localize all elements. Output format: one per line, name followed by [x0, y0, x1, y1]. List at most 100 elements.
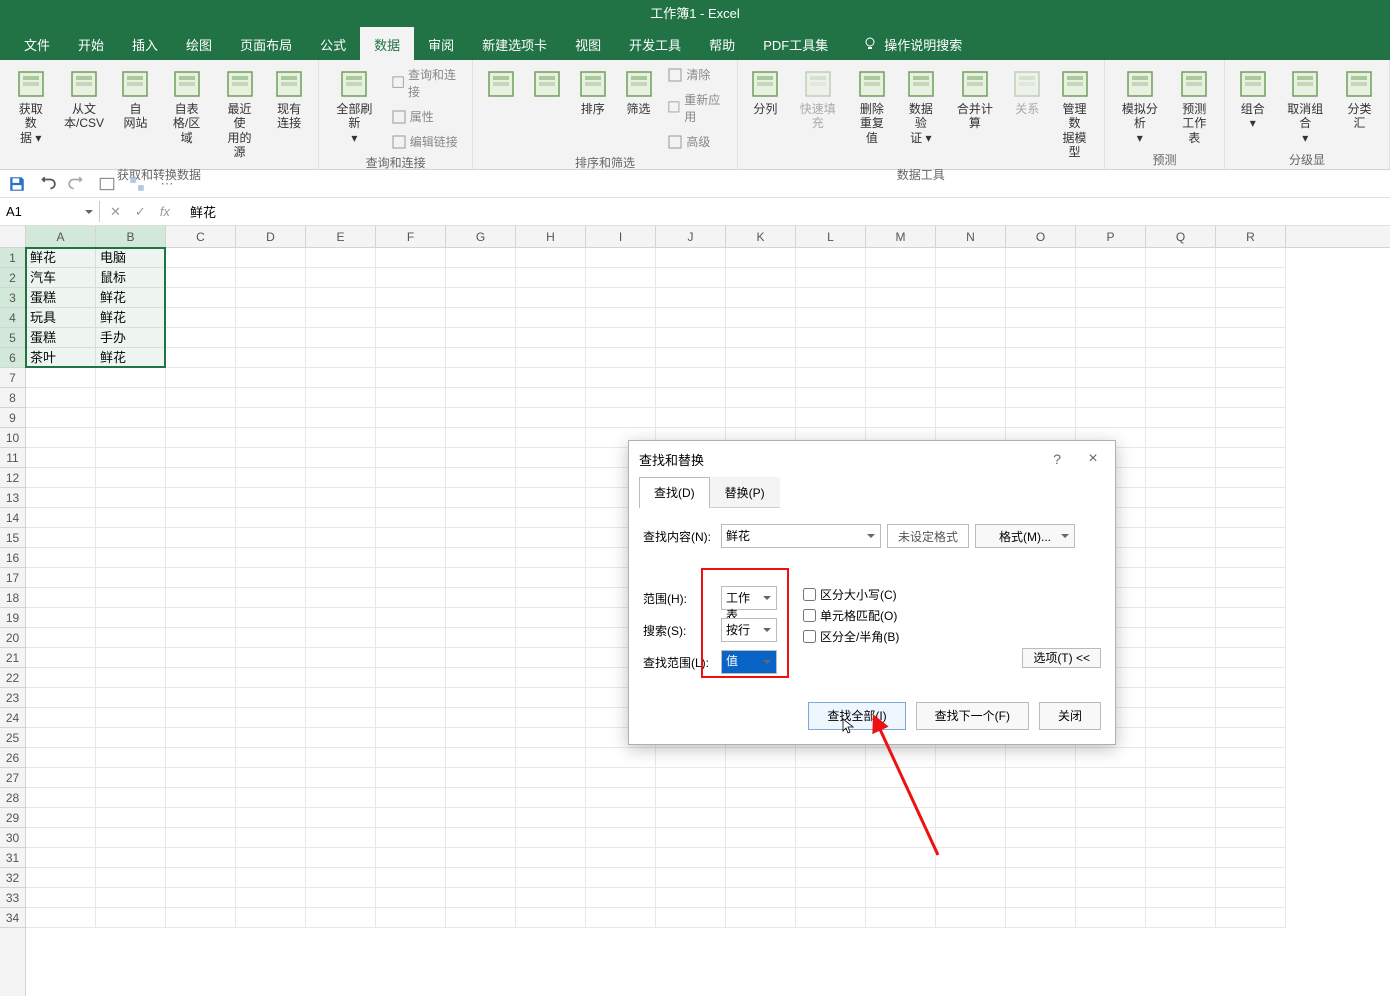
cell-K30[interactable]	[726, 828, 796, 848]
cell-B20[interactable]	[96, 628, 166, 648]
cell-E14[interactable]	[306, 508, 376, 528]
cell-I30[interactable]	[586, 828, 656, 848]
cell-B21[interactable]	[96, 648, 166, 668]
cell-K8[interactable]	[726, 388, 796, 408]
cell-D8[interactable]	[236, 388, 306, 408]
cell-L7[interactable]	[796, 368, 866, 388]
col-header-F[interactable]: F	[376, 226, 446, 247]
what-if-button[interactable]: 模拟分析▾	[1113, 64, 1167, 149]
row-header-19[interactable]: 19	[0, 608, 25, 628]
row-header-31[interactable]: 31	[0, 848, 25, 868]
menu-tab-12[interactable]: PDF工具集	[749, 27, 842, 62]
cell-P4[interactable]	[1076, 308, 1146, 328]
cell-N26[interactable]	[936, 748, 1006, 768]
cell-G31[interactable]	[446, 848, 516, 868]
cell-E19[interactable]	[306, 608, 376, 628]
cell-A10[interactable]	[26, 428, 96, 448]
cell-F8[interactable]	[376, 388, 446, 408]
row-header-32[interactable]: 32	[0, 868, 25, 888]
cell-A26[interactable]	[26, 748, 96, 768]
cell-J34[interactable]	[656, 908, 726, 928]
row-header-4[interactable]: 4	[0, 308, 25, 328]
cell-F28[interactable]	[376, 788, 446, 808]
cell-F24[interactable]	[376, 708, 446, 728]
menu-tab-10[interactable]: 开发工具	[615, 27, 695, 62]
row-header-24[interactable]: 24	[0, 708, 25, 728]
cell-D23[interactable]	[236, 688, 306, 708]
cell-R11[interactable]	[1216, 448, 1286, 468]
cell-H5[interactable]	[516, 328, 586, 348]
col-header-K[interactable]: K	[726, 226, 796, 247]
cell-I27[interactable]	[586, 768, 656, 788]
cell-O3[interactable]	[1006, 288, 1076, 308]
cell-P29[interactable]	[1076, 808, 1146, 828]
cell-G8[interactable]	[446, 388, 516, 408]
cell-D1[interactable]	[236, 248, 306, 268]
cell-B7[interactable]	[96, 368, 166, 388]
row-header-8[interactable]: 8	[0, 388, 25, 408]
cell-Q3[interactable]	[1146, 288, 1216, 308]
cell-D33[interactable]	[236, 888, 306, 908]
cell-Q26[interactable]	[1146, 748, 1216, 768]
cell-B1[interactable]: 电脑	[96, 248, 166, 268]
filter-button[interactable]: 筛选	[619, 64, 659, 120]
row-header-1[interactable]: 1	[0, 248, 25, 268]
flash-fill-button[interactable]: 快速填充	[791, 64, 844, 135]
cell-A21[interactable]	[26, 648, 96, 668]
cell-F25[interactable]	[376, 728, 446, 748]
cell-L33[interactable]	[796, 888, 866, 908]
cell-G27[interactable]	[446, 768, 516, 788]
cell-G11[interactable]	[446, 448, 516, 468]
cell-R19[interactable]	[1216, 608, 1286, 628]
cell-B23[interactable]	[96, 688, 166, 708]
row-header-10[interactable]: 10	[0, 428, 25, 448]
cell-H1[interactable]	[516, 248, 586, 268]
cell-M34[interactable]	[866, 908, 936, 928]
cell-P8[interactable]	[1076, 388, 1146, 408]
menu-tab-11[interactable]: 帮助	[695, 27, 749, 62]
cell-O9[interactable]	[1006, 408, 1076, 428]
cell-J2[interactable]	[656, 268, 726, 288]
cell-D34[interactable]	[236, 908, 306, 928]
cell-R20[interactable]	[1216, 628, 1286, 648]
cell-B30[interactable]	[96, 828, 166, 848]
cell-F17[interactable]	[376, 568, 446, 588]
cell-L28[interactable]	[796, 788, 866, 808]
cell-L32[interactable]	[796, 868, 866, 888]
cell-H4[interactable]	[516, 308, 586, 328]
cell-D28[interactable]	[236, 788, 306, 808]
cell-G5[interactable]	[446, 328, 516, 348]
cell-N2[interactable]	[936, 268, 1006, 288]
cell-E34[interactable]	[306, 908, 376, 928]
cell-K34[interactable]	[726, 908, 796, 928]
row-header-17[interactable]: 17	[0, 568, 25, 588]
cell-R14[interactable]	[1216, 508, 1286, 528]
col-header-I[interactable]: I	[586, 226, 656, 247]
find-next-button[interactable]: 查找下一个(F)	[916, 702, 1029, 730]
cell-R24[interactable]	[1216, 708, 1286, 728]
cell-E13[interactable]	[306, 488, 376, 508]
row-header-21[interactable]: 21	[0, 648, 25, 668]
cell-C30[interactable]	[166, 828, 236, 848]
cell-E8[interactable]	[306, 388, 376, 408]
cell-A30[interactable]	[26, 828, 96, 848]
dialog-titlebar[interactable]: 查找和替换 ? ×	[629, 441, 1115, 477]
lookin-combo[interactable]: 值	[721, 650, 777, 674]
cell-B28[interactable]	[96, 788, 166, 808]
text-to-columns-button[interactable]: 分列	[746, 64, 786, 120]
cell-K32[interactable]	[726, 868, 796, 888]
cell-I28[interactable]	[586, 788, 656, 808]
cell-R32[interactable]	[1216, 868, 1286, 888]
cell-O34[interactable]	[1006, 908, 1076, 928]
name-box[interactable]: A1	[0, 201, 100, 222]
cell-G26[interactable]	[446, 748, 516, 768]
close-button[interactable]: 关闭	[1039, 702, 1101, 730]
row-header-2[interactable]: 2	[0, 268, 25, 288]
options-toggle-button[interactable]: 选项(T) <<	[1022, 648, 1101, 668]
row-header-23[interactable]: 23	[0, 688, 25, 708]
cell-R10[interactable]	[1216, 428, 1286, 448]
cell-N7[interactable]	[936, 368, 1006, 388]
cell-H17[interactable]	[516, 568, 586, 588]
cell-Q24[interactable]	[1146, 708, 1216, 728]
cell-O5[interactable]	[1006, 328, 1076, 348]
